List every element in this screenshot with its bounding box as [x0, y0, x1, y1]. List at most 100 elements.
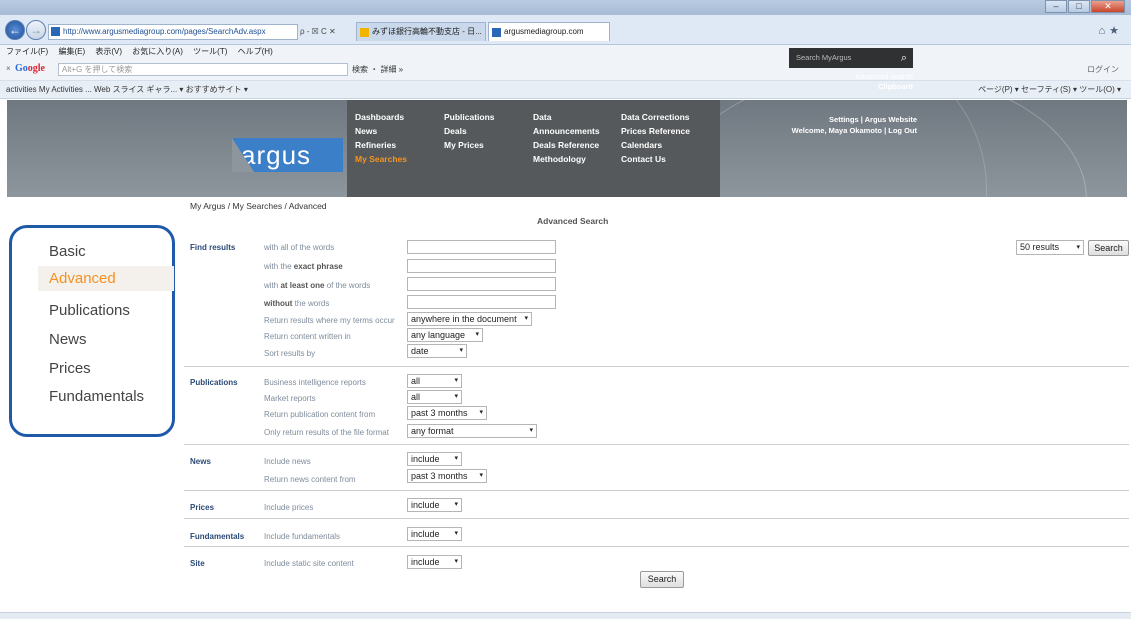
include-prices-label: Include prices [264, 503, 314, 512]
nav-contact-us[interactable]: Contact Us [621, 152, 690, 166]
nav-announcements[interactable]: Announcements [533, 124, 600, 138]
menu-edit[interactable]: 編集(E) [58, 47, 85, 56]
include-site-select[interactable]: include ▾ [407, 555, 462, 569]
results-count-select[interactable]: 50 results ▾ [1016, 240, 1084, 255]
market-reports-select[interactable]: all ▾ [407, 390, 462, 404]
favorites-bar: activities My Activities ... Web スライス ギャ… [0, 81, 1131, 99]
language-value: any language [411, 330, 466, 340]
forward-arrow-icon[interactable]: → [26, 20, 46, 40]
header-search-links: Advanced search Clipboard [820, 72, 913, 92]
sidebar-item-advanced[interactable]: Advanced [38, 266, 174, 291]
breadcrumb[interactable]: My Argus / My Searches / Advanced [190, 201, 327, 211]
myargus-search-input[interactable]: Search MyArgus ⌕ [789, 48, 913, 68]
section-divider [184, 490, 1129, 491]
nav-prices-reference[interactable]: Prices Reference [621, 124, 690, 138]
nav-column-2: Publications Deals My Prices [444, 110, 495, 152]
home-star-icons[interactable]: ⌂★ [1098, 24, 1123, 37]
chevron-down-icon: ▾ [454, 501, 458, 508]
chevron-down-icon: ▾ [524, 315, 528, 322]
chevron-down-icon: ▾ [454, 393, 458, 400]
argus-logo[interactable]: argus [232, 138, 343, 172]
menu-view[interactable]: 表示(V) [95, 47, 122, 56]
file-format-select[interactable]: any format ▾ [407, 424, 537, 438]
without-words-input[interactable] [407, 295, 556, 309]
favorites-links[interactable]: activities My Activities ... Web スライス ギャ… [6, 81, 248, 99]
url-input[interactable]: http://www.argusmediagroup.com/pages/Sea… [48, 24, 298, 40]
search-type-sidebar: Basic Advanced Publications News Prices … [9, 225, 175, 437]
news-from-value: past 3 months [411, 471, 468, 481]
all-words-input[interactable] [407, 240, 556, 254]
maximize-icon[interactable]: □ [1068, 0, 1090, 13]
window-controls: – □ ✕ [1044, 0, 1125, 15]
nav-data-corrections[interactable]: Data Corrections [621, 110, 690, 124]
nav-methodology[interactable]: Methodology [533, 152, 600, 166]
exact-phrase-input[interactable] [407, 259, 556, 273]
close-toolbar-icon[interactable]: × [6, 64, 11, 73]
menu-favorites[interactable]: お気に入り(A) [132, 47, 183, 56]
sidebar-item-prices[interactable]: Prices [49, 360, 91, 377]
include-prices-select[interactable]: include ▾ [407, 498, 462, 512]
news-from-select[interactable]: past 3 months ▾ [407, 469, 487, 483]
sort-value: date [411, 346, 429, 356]
site-favicon-icon [51, 27, 60, 36]
search-button-top[interactable]: Search [1088, 240, 1129, 256]
nav-column-4: Data Corrections Prices Reference Calend… [621, 110, 690, 166]
account-links: Settings | Argus Website Welcome, Maya O… [792, 114, 917, 136]
nav-my-prices[interactable]: My Prices [444, 138, 495, 152]
language-select[interactable]: any language ▾ [407, 328, 483, 342]
include-fundamentals-select[interactable]: include ▾ [407, 527, 462, 541]
term-occur-select[interactable]: anywhere in the document ▾ [407, 312, 532, 326]
section-divider [184, 444, 1129, 445]
nav-column-3: Data Announcements Deals Reference Metho… [533, 110, 600, 166]
browser-tab-1[interactable]: みずほ銀行高輪不動支店 - 日... [356, 22, 486, 41]
bi-reports-select[interactable]: all ▾ [407, 374, 462, 388]
search-placeholder: Search MyArgus [796, 53, 852, 62]
sidebar-item-publications[interactable]: Publications [49, 302, 130, 319]
menu-help[interactable]: ヘルプ(H) [238, 47, 273, 56]
search-icon[interactable]: ⌕ [901, 48, 907, 68]
search-button-bottom[interactable]: Search [640, 571, 684, 588]
close-icon[interactable]: ✕ [1091, 0, 1125, 13]
settings-link[interactable]: Settings | Argus Website [792, 114, 917, 125]
nav-news[interactable]: News [355, 124, 407, 138]
menu-tools[interactable]: ツール(T) [193, 47, 227, 56]
sidebar-item-basic[interactable]: Basic [49, 243, 86, 260]
nav-calendars[interactable]: Calendars [621, 138, 690, 152]
browser-tab-2[interactable]: argusmediagroup.com [488, 22, 610, 41]
command-bar[interactable]: ページ(P) ▾ セーフティ(S) ▾ ツール(O) ▾ [978, 81, 1121, 99]
publication-from-select[interactable]: past 3 months ▾ [407, 406, 487, 420]
sidebar-item-fundamentals[interactable]: Fundamentals [49, 388, 144, 405]
nav-deals[interactable]: Deals [444, 124, 495, 138]
menu-file[interactable]: ファイル(F) [6, 47, 48, 56]
file-format-value: any format [411, 426, 454, 436]
nav-deals-reference[interactable]: Deals Reference [533, 138, 600, 152]
window-titlebar: – □ ✕ [0, 0, 1131, 15]
market-reports-label: Market reports [264, 394, 316, 403]
google-login-link[interactable]: ログイン [1087, 64, 1119, 75]
fundamentals-heading: Fundamentals [190, 532, 245, 541]
nav-refineries[interactable]: Refineries [355, 138, 407, 152]
site-header: argus Dashboards News Refineries My Sear… [7, 100, 1127, 197]
nav-my-searches[interactable]: My Searches [355, 152, 407, 166]
sidebar-item-news[interactable]: News [49, 331, 87, 348]
without-words-label: without the words [264, 299, 329, 308]
back-arrow-icon[interactable]: ← [5, 20, 25, 40]
sort-select[interactable]: date ▾ [407, 344, 467, 358]
minimize-icon[interactable]: – [1045, 0, 1067, 13]
clipboard-link[interactable]: Clipboard [820, 82, 913, 92]
google-search-button[interactable]: 検索 ・ 詳細 » [352, 64, 403, 75]
section-divider [184, 518, 1129, 519]
nav-publications[interactable]: Publications [444, 110, 495, 124]
google-search-input[interactable]: Alt+G を押して検索 [58, 63, 348, 76]
at-least-one-input[interactable] [407, 277, 556, 291]
include-news-select[interactable]: include ▾ [407, 452, 462, 466]
tab-favicon-icon [492, 28, 501, 37]
news-from-label: Return news content from [264, 475, 356, 484]
prices-heading: Prices [190, 503, 215, 512]
welcome-logout-link[interactable]: Welcome, Maya Okamoto | Log Out [792, 125, 917, 136]
at-least-one-label: with at least one of the words [264, 281, 370, 290]
advanced-search-link[interactable]: Advanced search [820, 72, 913, 82]
address-tools[interactable]: ρ - ☒ C ✕ [300, 24, 336, 40]
nav-dashboards[interactable]: Dashboards [355, 110, 407, 124]
nav-data[interactable]: Data [533, 110, 600, 124]
